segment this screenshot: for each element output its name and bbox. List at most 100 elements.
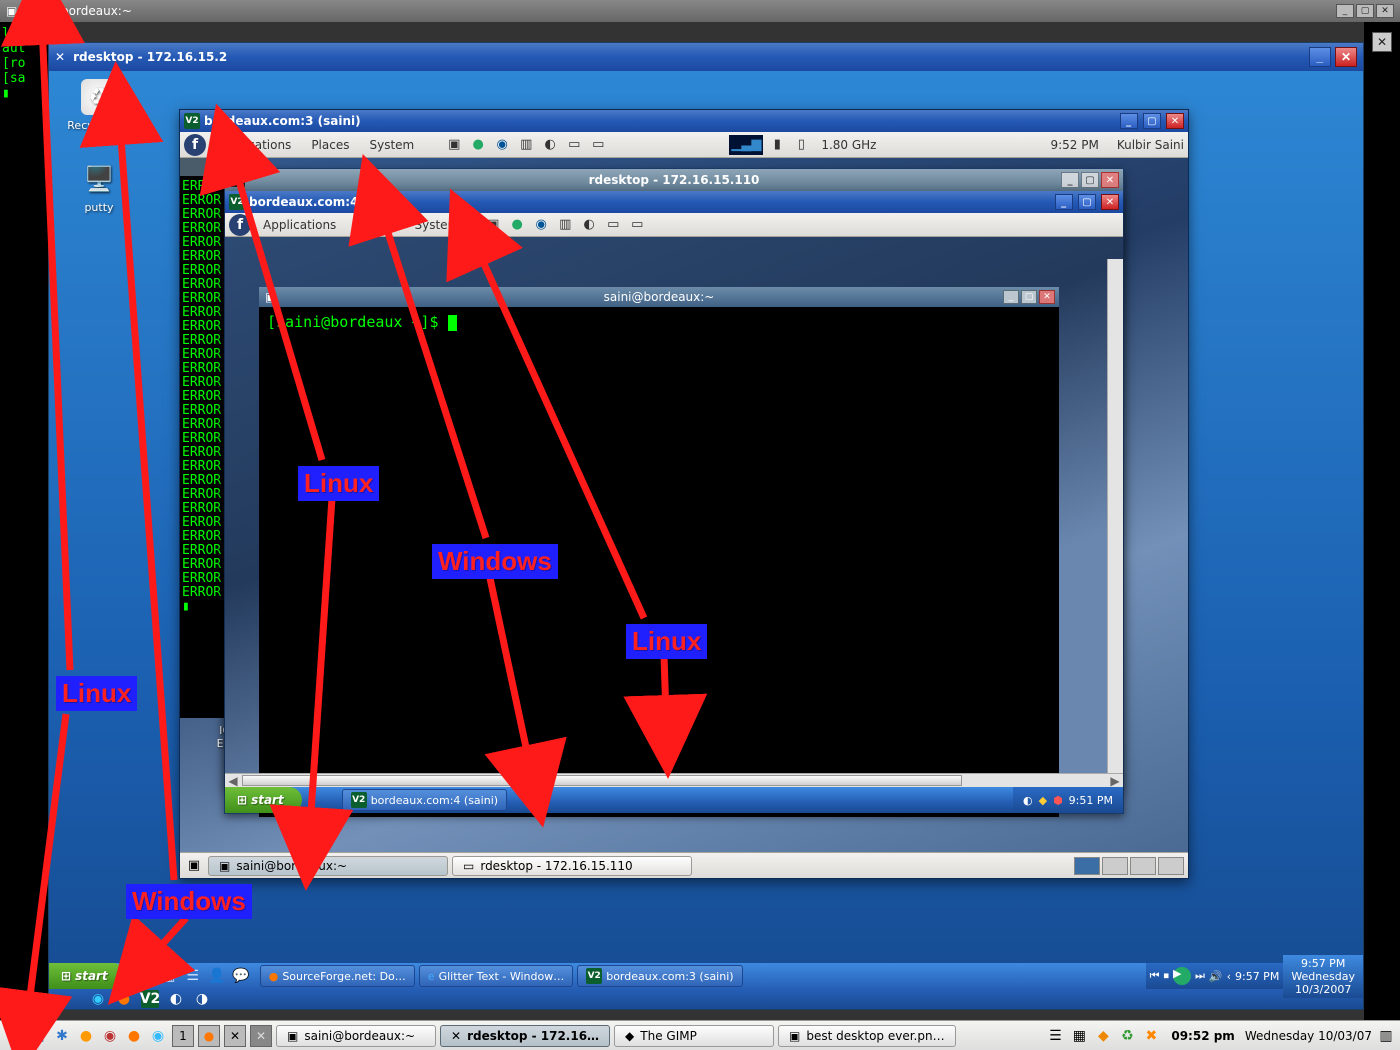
workspace[interactable] [1102,857,1128,875]
close-button[interactable]: ✕ [1166,113,1184,129]
ql-icon[interactable]: 👤 [208,967,226,985]
taskbar-task[interactable]: ▣ saini@bordeaux:~ [276,1025,436,1047]
maximize-button[interactable]: ▢ [1143,113,1161,129]
launcher-icon[interactable]: ✸ [4,1026,24,1046]
scroll-right-button[interactable]: ▶ [1107,774,1123,787]
tray-icon[interactable]: ✖ [1141,1026,1161,1046]
panel-icon[interactable]: ◐ [540,135,560,155]
firefox-icon[interactable]: ● [115,990,133,1008]
background-terminal[interactable]: l[r aut [ro [sa ▮ [0,22,48,1020]
battery-icon[interactable]: ▮ [767,135,787,155]
ql-icon[interactable]: ▥ [160,967,178,985]
close-button[interactable]: ✕ [1101,194,1119,210]
start-button[interactable]: ⊞ start [49,963,126,989]
pager-x[interactable]: ✕ [224,1025,246,1047]
taskbar-task[interactable]: ● SourceForge.net: Do… [260,965,415,987]
minimize-button[interactable]: _ [1003,290,1019,304]
chevron-icon[interactable]: ‹ [1227,970,1231,983]
tray-time[interactable]: 09:52 pm [1171,1029,1234,1043]
panel-clock[interactable]: 9:52 PM [1050,138,1098,152]
close-button[interactable]: ✕ [1376,4,1394,18]
panel-icon[interactable]: ▭ [588,135,608,155]
workspace[interactable] [1074,857,1100,875]
minimize-button[interactable]: _ [1061,172,1079,188]
minimize-button[interactable]: _ [1336,4,1354,18]
rdesktop2-titlebar[interactable]: rdesktop - 172.16.15.110 _ ▢ ✕ [225,169,1123,191]
tray-date-block[interactable]: 9:57 PM Wednesday 10/3/2007 [1283,955,1363,998]
close-button[interactable]: ✕ [1101,172,1119,188]
maximize-button[interactable]: ▢ [1356,4,1374,18]
tray-icon[interactable]: ☰ [1045,1026,1065,1046]
launcher-icon[interactable]: ● [124,1026,144,1046]
applications-menu[interactable]: Applications [210,138,299,152]
taskbar-task[interactable]: V2 bordeaux.com:4 (saini) [342,789,507,811]
minimize-button[interactable]: _ [1120,113,1138,129]
taskbar-task[interactable]: ◆ The GIMP [614,1025,774,1047]
close-button[interactable]: ✕ [1039,290,1055,304]
start-button[interactable]: ⊞ start [225,787,302,813]
tray-icon[interactable]: ◑ [193,990,211,1008]
workspace-switcher[interactable] [1072,857,1184,875]
panel-icon[interactable]: ▭ [603,215,623,235]
taskbar-task[interactable]: ▣ saini@bordeaux:~ [208,856,448,876]
taskbar-task[interactable]: ▭ rdesktop - 172.16.15.110 [452,856,692,876]
tray-time[interactable]: 9:57 PM [1235,970,1279,983]
taskbar-task[interactable]: ✕ rdesktop - 172.16… [440,1025,610,1047]
cpu-graph-icon[interactable]: ▁▃▆ [729,135,763,155]
ql-icon[interactable]: 🖥 [136,967,154,985]
taskbar-task[interactable]: V2 bordeaux.com:3 (saini) [577,965,742,987]
xp-desktop-1[interactable]: ♻ Recycle Bin 🖥️ putty V2 bordeaux.com:3… [49,71,1363,963]
media-play-icon[interactable]: ▶ [1173,967,1191,985]
panel-icon[interactable]: ▭ [627,215,647,235]
launcher-icon[interactable]: ✱ [52,1026,72,1046]
panel-icon[interactable]: ◐ [579,215,599,235]
tray-icon[interactable]: ◐ [167,990,185,1008]
ql-icon[interactable]: ☰ [184,967,202,985]
side-close-button[interactable]: ✕ [1372,32,1392,52]
tray-icon[interactable]: ◆ [1093,1026,1113,1046]
tray-icon[interactable]: ◆ [1039,794,1047,807]
putty-shortcut[interactable]: 🖥️ putty [59,161,139,214]
rdesktop1-titlebar[interactable]: ✕ rdesktop - 172.16.15.2 _ ✕ [49,43,1363,71]
globe-icon[interactable]: ● [468,135,488,155]
pager-x[interactable]: ✕ [250,1025,272,1047]
globe-icon[interactable]: ● [507,215,527,235]
vnc1-titlebar[interactable]: V2 bordeaux.com:3 (saini) _ ▢ ✕ [180,110,1188,132]
show-desktop-icon[interactable]: ▣ [184,856,204,876]
launcher-icon[interactable]: ◉ [148,1026,168,1046]
pager[interactable]: 1 [172,1025,194,1047]
system-menu[interactable]: System [361,138,422,152]
tray-icon[interactable]: ◉ [89,990,107,1008]
panel-icon[interactable]: ▥ [555,215,575,235]
pager-firefox[interactable]: ● [198,1025,220,1047]
inner-terminal-titlebar[interactable]: ▣ saini@bordeaux:~ _ ▢ ✕ [259,287,1059,307]
media-stop-icon[interactable]: ⏹ [1163,969,1169,983]
panel-icon[interactable]: ▣ [483,215,503,235]
fedora-icon[interactable]: f [184,134,206,156]
system-menu[interactable]: System [406,218,467,232]
ql-icon[interactable]: 💬 [232,967,250,985]
vertical-scrollbar[interactable] [1107,259,1123,777]
tray-icon[interactable]: ♻ [1117,1026,1137,1046]
taskbar-task[interactable]: ▣ best desktop ever.pn… [778,1025,956,1047]
tray-icon[interactable]: ▥ [1376,1026,1396,1046]
tray-icon[interactable]: ▦ [1069,1026,1089,1046]
launcher-icon[interactable]: ◉ [100,1026,120,1046]
places-menu[interactable]: Places [303,138,357,152]
vnc2-titlebar[interactable]: V2 bordeaux.com:4 (saini) _ ▢ ✕ [225,191,1123,213]
minimize-button[interactable]: _ [1055,194,1073,210]
recycle-bin-icon[interactable]: ♻ Recycle Bin [59,79,139,132]
tray-icon[interactable]: ◐ [1023,794,1033,807]
scroll-thumb[interactable] [242,775,962,786]
media-vol-icon[interactable]: 🔊 [1209,970,1223,983]
workspace[interactable] [1130,857,1156,875]
fedora-icon[interactable]: f [229,214,251,236]
maximize-button[interactable]: ▢ [1021,290,1037,304]
maximize-button[interactable]: ▢ [1078,194,1096,210]
workspace[interactable] [1158,857,1184,875]
panel-icon[interactable]: ▣ [444,135,464,155]
media-prev-icon[interactable]: ⏮ [1150,969,1160,983]
close-button[interactable]: ✕ [1335,47,1357,67]
tray-icon[interactable]: ⬢ [1053,794,1063,807]
tray-time[interactable]: 9:51 PM [1069,794,1113,807]
